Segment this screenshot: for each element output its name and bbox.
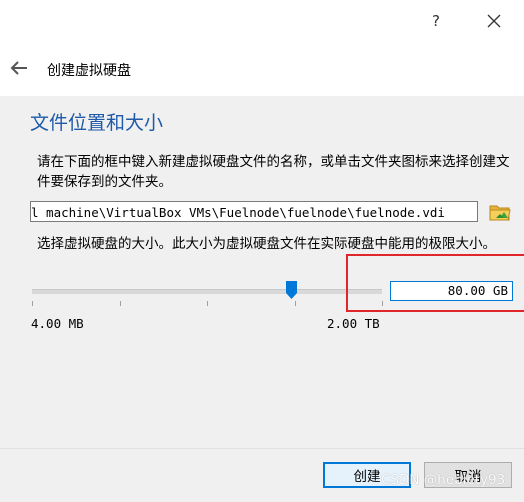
close-button[interactable] <box>479 8 509 34</box>
min-size-label: 4.00 MB <box>31 316 84 331</box>
watermark: CSDN @hebiety93 <box>381 472 506 488</box>
back-arrow-icon <box>10 61 27 75</box>
back-button[interactable] <box>8 58 30 78</box>
annotation-highlight-box <box>346 254 524 312</box>
help-button[interactable]: ? <box>421 8 451 34</box>
file-location-value: l machine\VirtualBox VMs\Fuelnode\fuelno… <box>31 205 445 220</box>
size-description: 选择虚拟硬盘的大小。此大小为虚拟硬盘文件在实际硬盘中能用的极限大小。 <box>37 236 496 252</box>
slider-tick <box>207 301 208 306</box>
section-title: 文件位置和大小 <box>30 112 164 134</box>
max-size-label: 2.00 TB <box>327 316 380 331</box>
slider-tick <box>120 301 121 306</box>
file-location-input[interactable]: l machine\VirtualBox VMs\Fuelnode\fuelno… <box>30 201 478 222</box>
slider-tick <box>295 301 296 306</box>
location-description: 请在下面的框中键入新建虚拟硬盘文件的名称，或单击文件夹图标来选择创建文件要保存到… <box>37 154 510 190</box>
slider-tick <box>32 301 33 306</box>
size-slider[interactable] <box>32 289 382 294</box>
size-slider-handle[interactable] <box>285 280 298 300</box>
folder-icon <box>489 205 511 221</box>
slider-handle-icon <box>286 281 297 299</box>
close-icon <box>487 14 501 28</box>
wizard-title: 创建虚拟硬盘 <box>47 63 131 79</box>
choose-folder-button[interactable] <box>487 199 513 225</box>
slider-ticks <box>32 301 383 307</box>
